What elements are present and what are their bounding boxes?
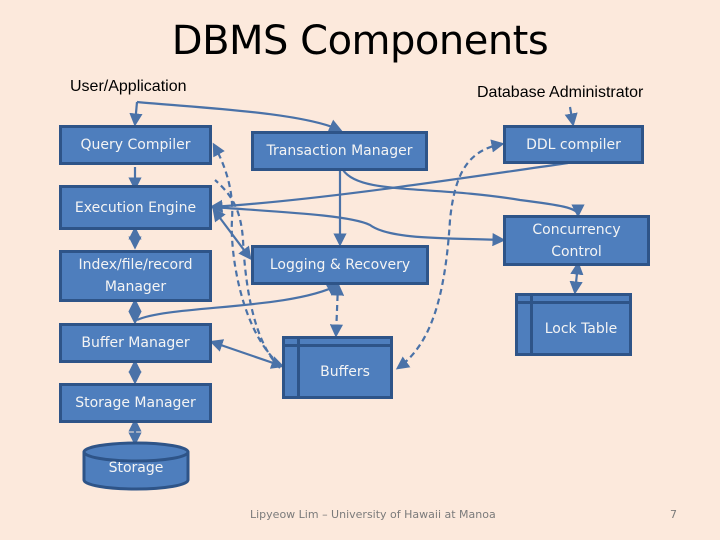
footer-credit: Lipyeow Lim – University of Hawaii at Ma… bbox=[250, 508, 496, 521]
dashed-logging-buffers bbox=[329, 282, 345, 338]
buffers-label: Buffers bbox=[320, 363, 370, 380]
arrow-execution-engine-to-concurrency-control bbox=[211, 205, 506, 247]
ddl-compiler-box[interactable]: DDL compiler bbox=[503, 125, 644, 164]
index-file-record-manager-box[interactable]: Index/file/record Manager bbox=[59, 250, 212, 302]
page-number: 7 bbox=[670, 508, 677, 521]
arrow-concurrency-control-lock-table bbox=[569, 261, 584, 295]
lock-table-store[interactable]: Lock Table bbox=[515, 293, 632, 356]
storage-label: Storage bbox=[108, 460, 164, 476]
concurrency-control-box[interactable]: Concurrency Control bbox=[503, 215, 650, 266]
arrow-user-to-query-compiler bbox=[129, 101, 143, 127]
index-manager-line2: Manager bbox=[104, 279, 167, 295]
query-compiler-box[interactable]: Query Compiler bbox=[59, 125, 212, 165]
arrow-buffer-manager-buffers bbox=[209, 339, 285, 369]
buffer-manager-box[interactable]: Buffer Manager bbox=[59, 323, 212, 363]
lock-table-label: Lock Table bbox=[544, 320, 618, 337]
transaction-manager-box[interactable]: Transaction Manager bbox=[251, 131, 428, 171]
logging-recovery-box[interactable]: Logging & Recovery bbox=[251, 245, 429, 285]
concurrency-control-line2: Control bbox=[551, 243, 602, 260]
buffers-store[interactable]: Buffers bbox=[282, 336, 393, 399]
concurrency-control-line1: Concurrency bbox=[532, 221, 621, 238]
index-manager-line1: Index/file/record bbox=[78, 257, 193, 273]
storage-manager-box[interactable]: Storage Manager bbox=[59, 383, 212, 423]
arrow-dba-to-ddl-compiler bbox=[564, 106, 578, 127]
execution-engine-box[interactable]: Execution Engine bbox=[59, 185, 212, 230]
